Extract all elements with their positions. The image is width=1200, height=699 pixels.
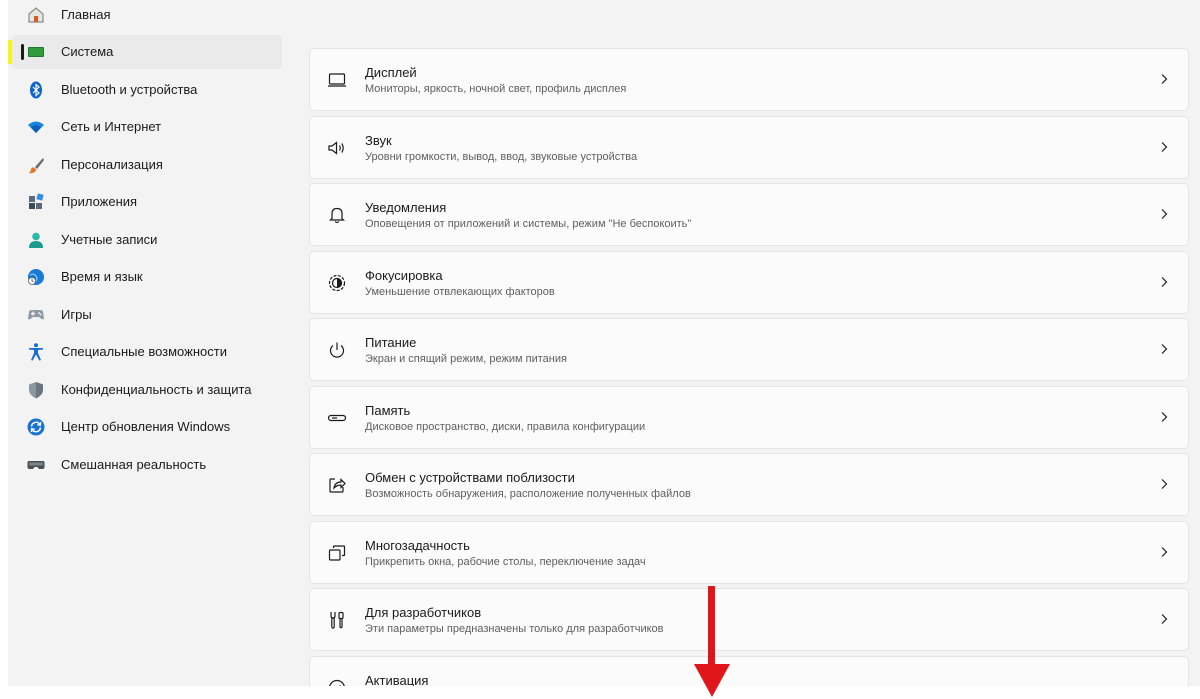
bluetooth-icon xyxy=(26,80,46,100)
multitask-icon xyxy=(326,542,348,564)
system-monitor-icon xyxy=(26,42,46,62)
card-title: Фокусировка xyxy=(365,268,443,283)
storage-icon xyxy=(326,407,348,429)
speaker-icon xyxy=(326,137,348,159)
chevron-right-icon xyxy=(1156,409,1172,425)
card-title: Многозадачность xyxy=(365,538,470,553)
sidebar-item-label: Приложения xyxy=(61,194,138,209)
bell-icon xyxy=(326,204,348,226)
sidebar-item-network[interactable]: Сеть и Интернет xyxy=(12,110,282,144)
selection-indicator xyxy=(21,44,24,60)
card-title: Память xyxy=(365,403,411,418)
card-subtitle: Дисковое пространство, диски, правила ко… xyxy=(365,421,646,433)
power-icon xyxy=(326,339,348,361)
sidebar: Главная Система Bluetooth и устройства С… xyxy=(8,0,288,686)
card-title: Дисплей xyxy=(365,65,417,80)
settings-card-activation[interactable]: Активация xyxy=(309,656,1189,686)
paintbrush-icon xyxy=(26,155,46,175)
shield-icon xyxy=(26,380,46,400)
sidebar-item-label: Главная xyxy=(61,7,111,22)
sidebar-item-gaming[interactable]: Игры xyxy=(12,298,282,332)
sidebar-item-personalization[interactable]: Персонализация xyxy=(12,148,282,182)
sidebar-item-label: Персонализация xyxy=(61,157,163,172)
card-subtitle: Возможность обнаружения, расположение по… xyxy=(365,488,691,500)
sidebar-item-label: Специальные возможности xyxy=(61,344,227,359)
chevron-right-icon xyxy=(1156,544,1172,560)
sidebar-item-time-language[interactable]: Время и язык xyxy=(12,260,282,294)
card-subtitle: Эти параметры предназначены только для р… xyxy=(365,623,664,635)
sidebar-item-label: Время и язык xyxy=(61,269,143,284)
developer-tools-icon xyxy=(326,609,348,631)
settings-card-notifications[interactable]: Уведомления Оповещения от приложений и с… xyxy=(309,183,1189,246)
settings-content: Дисплей Мониторы, яркость, ночной свет, … xyxy=(308,0,1189,686)
chevron-right-icon xyxy=(1156,139,1172,155)
chevron-right-icon xyxy=(1156,71,1172,87)
settings-card-sound[interactable]: Звук Уровни громкости, вывод, ввод, звук… xyxy=(309,116,1189,179)
card-title: Питание xyxy=(365,335,417,350)
card-subtitle: Уровни громкости, вывод, ввод, звуковые … xyxy=(365,151,638,163)
sidebar-item-label: Bluetooth и устройства xyxy=(61,82,198,97)
sidebar-item-system[interactable]: Система xyxy=(12,35,282,69)
chevron-right-icon xyxy=(1156,206,1172,222)
accessibility-icon xyxy=(26,342,46,362)
sidebar-item-label: Центр обновления Windows xyxy=(61,419,231,434)
card-subtitle: Экран и спящий режим, режим питания xyxy=(365,353,567,365)
sidebar-item-home[interactable]: Главная xyxy=(12,0,282,32)
sidebar-item-accounts[interactable]: Учетные записи xyxy=(12,223,282,257)
card-subtitle: Оповещения от приложений и системы, режи… xyxy=(365,218,692,230)
sidebar-item-apps[interactable]: Приложения xyxy=(12,185,282,219)
sidebar-item-accessibility[interactable]: Специальные возможности xyxy=(12,335,282,369)
settings-card-storage[interactable]: Память Дисковое пространство, диски, пра… xyxy=(309,386,1189,449)
chevron-right-icon xyxy=(1156,341,1172,357)
sidebar-item-privacy[interactable]: Конфиденциальность и защита xyxy=(12,373,282,407)
update-icon xyxy=(26,417,46,437)
sidebar-item-label: Смешанная реальность xyxy=(61,457,207,472)
sidebar-item-mixed-reality[interactable]: Смешанная реальность xyxy=(12,448,282,482)
gamepad-icon xyxy=(26,305,46,325)
sidebar-item-bluetooth[interactable]: Bluetooth и устройства xyxy=(12,73,282,107)
chevron-right-icon xyxy=(1156,476,1172,492)
settings-card-nearby-sharing[interactable]: Обмен с устройствами поблизости Возможно… xyxy=(309,453,1189,516)
card-subtitle: Уменьшение отвлекающих факторов xyxy=(365,286,555,298)
chevron-right-icon xyxy=(1156,611,1172,627)
card-title: Уведомления xyxy=(365,200,447,215)
vr-headset-icon xyxy=(26,455,46,475)
settings-card-developers[interactable]: Для разработчиков Эти параметры предназн… xyxy=(309,588,1189,651)
settings-card-display[interactable]: Дисплей Мониторы, яркость, ночной свет, … xyxy=(309,48,1189,111)
card-title: Звук xyxy=(365,133,392,148)
display-icon xyxy=(326,69,348,91)
settings-card-power[interactable]: Питание Экран и спящий режим, режим пита… xyxy=(309,318,1189,381)
settings-window: Главная Система Bluetooth и устройства С… xyxy=(8,0,1200,686)
wifi-icon xyxy=(26,117,46,137)
card-subtitle: Прикрепить окна, рабочие столы, переключ… xyxy=(365,556,646,568)
card-title: Для разработчиков xyxy=(365,605,482,620)
share-icon xyxy=(326,474,348,496)
user-icon xyxy=(26,230,46,250)
card-title: Активация xyxy=(365,673,429,686)
card-subtitle: Мониторы, яркость, ночной свет, профиль … xyxy=(365,83,627,95)
card-title: Обмен с устройствами поблизости xyxy=(365,470,575,485)
sidebar-item-label: Сеть и Интернет xyxy=(61,119,162,134)
sidebar-item-label: Игры xyxy=(61,307,92,322)
sidebar-item-label: Учетные записи xyxy=(61,232,158,247)
settings-card-focus[interactable]: Фокусировка Уменьшение отвлекающих факто… xyxy=(309,251,1189,314)
chevron-right-icon xyxy=(1156,274,1172,290)
annotation-arrow-down-icon xyxy=(694,586,730,697)
sidebar-item-label: Система xyxy=(61,44,114,59)
focus-icon xyxy=(326,272,348,294)
globe-clock-icon xyxy=(26,267,46,287)
settings-card-multitasking[interactable]: Многозадачность Прикрепить окна, рабочие… xyxy=(309,521,1189,584)
home-icon xyxy=(26,5,46,25)
activation-icon xyxy=(326,677,348,686)
sidebar-item-label: Конфиденциальность и защита xyxy=(61,382,252,397)
sidebar-item-windows-update[interactable]: Центр обновления Windows xyxy=(12,410,282,444)
apps-icon xyxy=(26,192,46,212)
